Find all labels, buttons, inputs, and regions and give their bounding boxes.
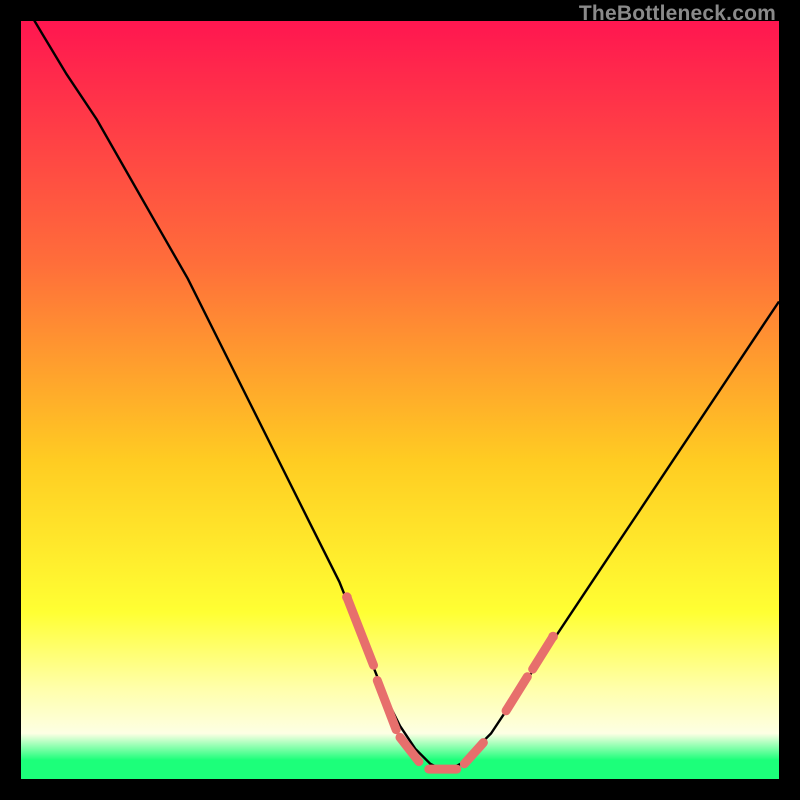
- gradient-background: [21, 21, 779, 779]
- dash-endpoint: [342, 592, 352, 602]
- watermark-text: TheBottleneck.com: [579, 2, 776, 26]
- chart-frame: [21, 21, 779, 779]
- dash-endpoint: [548, 632, 558, 642]
- chart-svg: [21, 21, 779, 779]
